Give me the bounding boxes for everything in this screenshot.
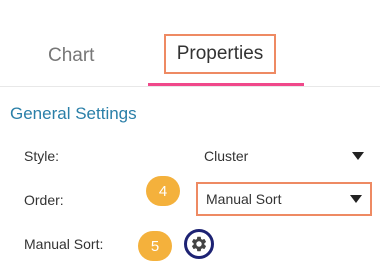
manual-sort-settings-button[interactable] [184, 229, 214, 259]
tab-properties[interactable]: Properties [164, 34, 276, 74]
order-select[interactable]: Manual Sort [196, 182, 372, 216]
tab-divider [0, 86, 380, 87]
manual-sort-label: Manual Sort: [24, 236, 104, 252]
order-label: Order: [24, 192, 64, 208]
step-4-badge: 4 [146, 176, 180, 206]
chevron-down-icon [352, 152, 364, 160]
step-5-badge: 5 [138, 231, 172, 261]
chevron-down-icon [350, 195, 362, 203]
section-title: General Settings [10, 104, 137, 123]
order-select-value: Manual Sort [206, 191, 282, 207]
gear-icon [190, 235, 208, 253]
tab-chart[interactable]: Chart [48, 45, 94, 67]
style-select[interactable]: Cluster [196, 142, 372, 170]
style-label: Style: [24, 148, 60, 164]
style-select-value: Cluster [204, 148, 249, 164]
